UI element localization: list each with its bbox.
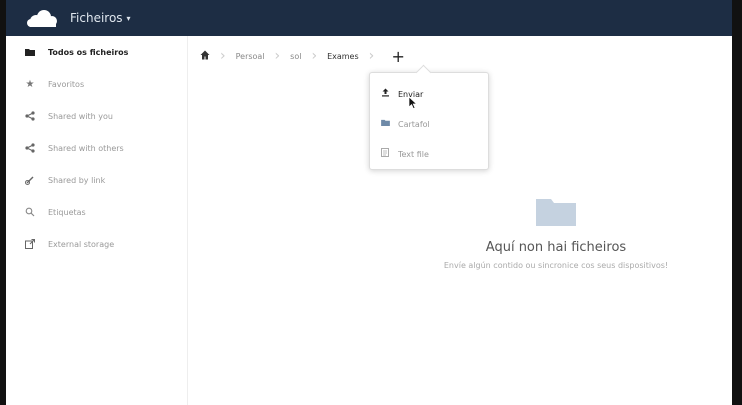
menu-item-label: Cartafol bbox=[398, 119, 430, 129]
breadcrumb-item-current[interactable]: Exames › bbox=[327, 49, 384, 63]
new-button[interactable]: + bbox=[388, 47, 408, 66]
link-icon bbox=[24, 174, 36, 186]
sidebar-item-all-files[interactable]: Todos os ficheiros bbox=[6, 36, 187, 68]
breadcrumb-label: Persoal bbox=[235, 51, 265, 61]
folder-icon bbox=[24, 46, 36, 58]
sidebar-item-label: External storage bbox=[48, 239, 115, 249]
mouse-pointer-icon bbox=[408, 96, 418, 110]
share-icon bbox=[24, 142, 36, 154]
search-icon bbox=[24, 206, 36, 218]
menu-item-label: Text file bbox=[398, 149, 429, 159]
sidebar-item-shared-with-others[interactable]: Shared with others bbox=[6, 132, 187, 164]
sidebar-item-label: Todos os ficheiros bbox=[48, 47, 129, 57]
top-bar: Ficheiros ▾ bbox=[6, 0, 732, 36]
sidebar-item-label: Favoritos bbox=[48, 79, 85, 89]
breadcrumb-item[interactable]: sol › bbox=[290, 49, 327, 63]
chevron-right-icon: › bbox=[220, 48, 226, 64]
sidebar-item-shared-with-you[interactable]: Shared with you bbox=[6, 100, 187, 132]
chevron-right-icon: › bbox=[274, 48, 281, 64]
new-file-menu: Enviar Cartafol Text file bbox=[369, 72, 489, 170]
breadcrumb-label: Exames bbox=[327, 51, 359, 61]
sidebar-item-tags[interactable]: Etiquetas bbox=[6, 196, 187, 228]
home-icon bbox=[200, 50, 210, 63]
sidebar: Todos os ficheiros ★ Favoritos Shared wi… bbox=[6, 36, 188, 405]
owncloud-logo-icon[interactable] bbox=[24, 8, 60, 28]
chevron-right-icon: › bbox=[368, 48, 375, 64]
file-icon bbox=[380, 148, 390, 160]
sidebar-item-favorites[interactable]: ★ Favoritos bbox=[6, 68, 187, 100]
breadcrumb: › Persoal › sol › Exames › + bbox=[200, 44, 408, 68]
empty-state-title: Aquí non hai ficheiros bbox=[485, 240, 627, 255]
sidebar-item-external-storage[interactable]: External storage bbox=[6, 228, 187, 260]
app-name-label: Ficheiros bbox=[70, 11, 123, 25]
sidebar-item-label: Shared with you bbox=[48, 111, 113, 121]
share-icon bbox=[24, 110, 36, 122]
chevron-down-icon: ▾ bbox=[126, 13, 131, 23]
plus-icon: + bbox=[391, 46, 405, 66]
breadcrumb-home[interactable]: › bbox=[200, 49, 236, 63]
chevron-right-icon: › bbox=[311, 48, 318, 64]
upload-icon bbox=[380, 88, 390, 100]
breadcrumb-label: sol bbox=[290, 51, 302, 61]
sidebar-item-label: Etiquetas bbox=[48, 207, 86, 217]
sidebar-item-shared-by-link[interactable]: Shared by link bbox=[6, 164, 187, 196]
menu-item-new-folder[interactable]: Cartafol bbox=[370, 109, 488, 139]
menu-item-upload[interactable]: Enviar bbox=[370, 79, 488, 109]
sidebar-item-label: Shared with others bbox=[48, 143, 124, 153]
app-menu-button[interactable]: Ficheiros ▾ bbox=[70, 11, 131, 25]
star-icon: ★ bbox=[25, 78, 35, 90]
menu-item-text-file[interactable]: Text file bbox=[370, 139, 488, 169]
breadcrumb-item[interactable]: Persoal › bbox=[236, 49, 291, 63]
folder-icon bbox=[380, 119, 390, 129]
empty-state: Aquí non hai ficheiros Envíe algún conti… bbox=[386, 196, 726, 270]
app-window: Ficheiros ▾ Todos os ficheiros ★ Favorit… bbox=[0, 0, 742, 405]
folder-icon bbox=[536, 199, 576, 226]
empty-state-subtitle: Envíe algún contido ou sincronice cos se… bbox=[443, 261, 669, 270]
sidebar-item-label: Shared by link bbox=[48, 175, 106, 185]
external-icon bbox=[24, 238, 36, 250]
